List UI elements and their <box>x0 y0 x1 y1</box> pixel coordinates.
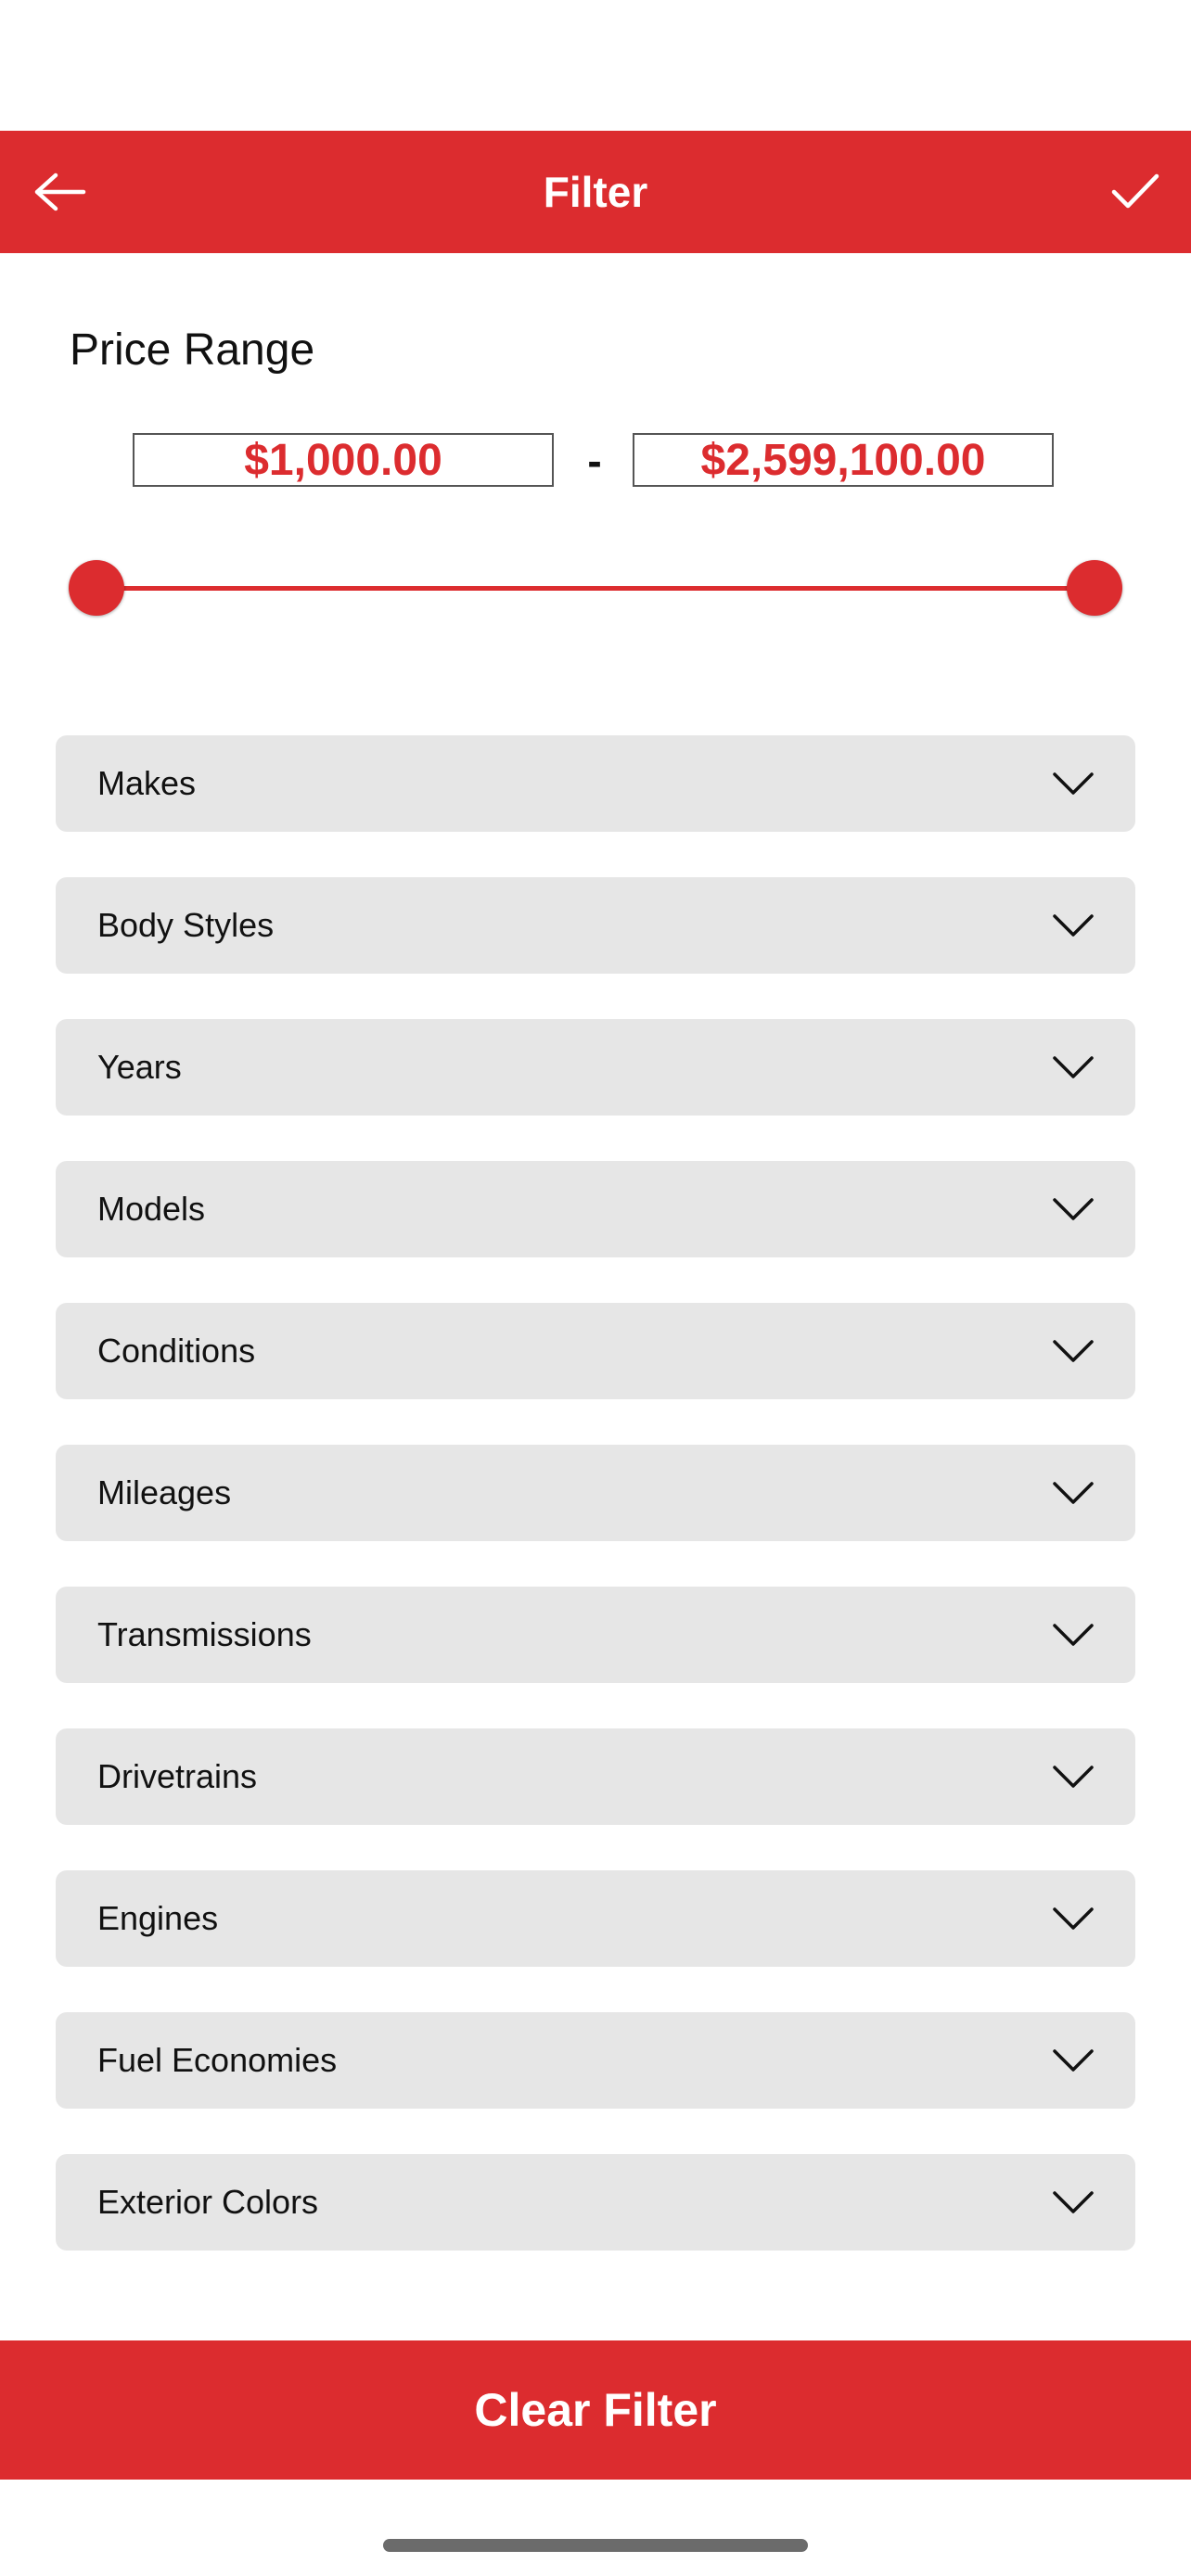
chevron-down-icon <box>1053 1766 1094 1788</box>
page-title: Filter <box>543 168 648 216</box>
chevron-down-icon <box>1053 2049 1094 2072</box>
chevron-down-icon <box>1053 772 1094 795</box>
filter-label: Mileages <box>97 1473 232 1511</box>
filter-exterior-colors[interactable]: Exterior Colors <box>56 2154 1135 2251</box>
filter-models[interactable]: Models <box>56 1161 1135 1257</box>
filter-conditions[interactable]: Conditions <box>56 1303 1135 1399</box>
max-price-field[interactable]: $2,599,100.00 <box>633 433 1054 487</box>
filter-drivetrains[interactable]: Drivetrains <box>56 1728 1135 1825</box>
confirm-button[interactable] <box>1100 159 1171 223</box>
clear-filter-button[interactable]: Clear Filter <box>0 2340 1191 2480</box>
filter-fuel-economies[interactable]: Fuel Economies <box>56 2012 1135 2109</box>
filter-label: Drivetrains <box>97 1757 258 1795</box>
filter-years[interactable]: Years <box>56 1019 1135 1116</box>
filter-label: Conditions <box>97 1332 256 1370</box>
price-range-title: Price Range <box>70 325 315 375</box>
range-separator: - <box>587 437 602 485</box>
checkmark-icon <box>1111 173 1159 209</box>
price-range-slider[interactable] <box>69 560 1122 616</box>
app-bar: Filter <box>0 131 1191 253</box>
filter-makes[interactable]: Makes <box>56 735 1135 832</box>
filter-body-styles[interactable]: Body Styles <box>56 877 1135 974</box>
filter-mileages[interactable]: Mileages <box>56 1445 1135 1541</box>
min-price-field[interactable]: $1,000.00 <box>133 433 554 487</box>
filter-label: Body Styles <box>97 906 275 944</box>
chevron-down-icon <box>1053 1907 1094 1930</box>
filter-label: Transmissions <box>97 1615 312 1653</box>
chevron-down-icon <box>1053 1340 1094 1362</box>
filter-engines[interactable]: Engines <box>56 1870 1135 1967</box>
filter-label: Engines <box>97 1899 219 1937</box>
home-indicator[interactable] <box>383 2539 808 2552</box>
filter-label: Models <box>97 1190 206 1228</box>
slider-track <box>96 586 1095 591</box>
slider-max-handle[interactable] <box>1067 560 1122 616</box>
slider-min-handle[interactable] <box>69 560 124 616</box>
chevron-down-icon <box>1053 1198 1094 1220</box>
filter-label: Years <box>97 1048 182 1086</box>
chevron-down-icon <box>1053 1624 1094 1646</box>
chevron-down-icon <box>1053 914 1094 937</box>
chevron-down-icon <box>1053 1056 1094 1078</box>
chevron-down-icon <box>1053 1482 1094 1504</box>
filter-label: Makes <box>97 764 197 802</box>
filter-transmissions[interactable]: Transmissions <box>56 1587 1135 1683</box>
filter-label: Fuel Economies <box>97 2041 338 2079</box>
chevron-down-icon <box>1053 2191 1094 2213</box>
filter-label: Exterior Colors <box>97 2183 319 2221</box>
